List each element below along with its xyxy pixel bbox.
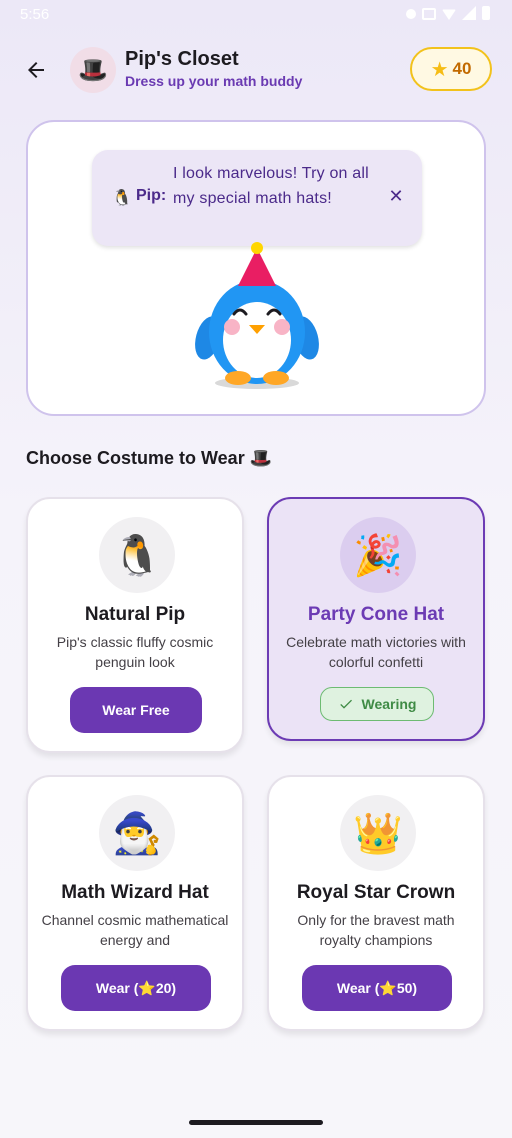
sim-card-icon (422, 8, 436, 20)
wear-free-button[interactable]: Wear Free (70, 687, 202, 733)
wifi-icon (442, 9, 456, 20)
stars-balance-badge[interactable]: ★ 40 (410, 47, 492, 91)
cell-signal-icon (462, 6, 476, 20)
costume-emoji: 🐧 (112, 533, 162, 578)
costume-name: Party Cone Hat (307, 604, 445, 625)
costume-name: Natural Pip (84, 604, 186, 625)
costume-card-party-cone-hat[interactable]: 🎉 Party Cone Hat Celebrate math victorie… (267, 497, 485, 741)
home-indicator[interactable] (189, 1120, 323, 1125)
mascot-preview-card: 🐧 Pip: I look marvelous! Try on all my s… (26, 120, 486, 416)
check-icon (339, 699, 352, 709)
costume-description: Celebrate math victories with colorful c… (286, 634, 466, 670)
costume-name: Math Wizard Hat (61, 882, 209, 903)
speech-bubble: 🐧 Pip: I look marvelous! Try on all my s… (92, 150, 422, 246)
page-title: Pip's Closet (125, 48, 239, 70)
status-time: 5:56 (20, 6, 50, 23)
arrow-left-icon (28, 62, 44, 78)
costume-emoji: 🎉 (353, 533, 403, 578)
notification-dot-icon (406, 9, 416, 19)
speaker-name: Pip: (136, 187, 167, 204)
costume-description: Only for the bravest math royalty champi… (297, 912, 455, 948)
star-icon: ★ (430, 58, 449, 81)
top-hat-icon: 🎩 (78, 56, 108, 84)
stars-count: 40 (452, 59, 472, 78)
costume-description: Channel cosmic mathematical energy and (41, 912, 229, 948)
wizard-icon: 🧙‍♂️ (99, 795, 175, 871)
costume-name: Royal Star Crown (296, 882, 456, 903)
crown-icon: 👑 (340, 795, 416, 871)
costume-card-math-wizard-hat[interactable]: 🧙‍♂️ Math Wizard Hat Channel cosmic math… (26, 775, 244, 1031)
costume-card-natural-pip[interactable]: 🐧 Natural Pip Pip's classic fluffy cosmi… (26, 497, 244, 753)
party-popper-icon: 🎉 (340, 517, 416, 593)
closet-avatar: 🎩 (70, 47, 116, 93)
speech-message: I look marvelous! Try on all my special … (173, 165, 369, 207)
page-subtitle: Dress up your math buddy (125, 73, 303, 89)
app-header: 🎩 Pip's Closet Dress up your math buddy … (0, 44, 512, 96)
wear-wizard-button[interactable]: Wear (⭐20) (61, 965, 211, 1011)
penguin-icon: 🐧 (99, 517, 175, 593)
costume-emoji: 👑 (353, 811, 403, 856)
costume-description: Pip's classic fluffy cosmic penguin look (56, 634, 214, 670)
wearing-label: Wearing (361, 696, 417, 712)
section-title: Choose Costume to Wear 🎩 (26, 448, 273, 468)
back-button[interactable] (22, 56, 50, 84)
status-icons (406, 6, 490, 20)
costume-card-royal-star-crown[interactable]: 👑 Royal Star Crown Only for the bravest … (267, 775, 485, 1031)
battery-icon (482, 6, 490, 20)
penguin-icon: 🐧 (112, 190, 132, 207)
wearing-status-badge: Wearing (320, 687, 434, 721)
penguin-mascot (195, 242, 319, 389)
wear-crown-button[interactable]: Wear (⭐50) (302, 965, 452, 1011)
close-icon[interactable]: ✕ (386, 186, 406, 206)
costume-emoji: 🧙‍♂️ (112, 811, 162, 856)
status-bar: 5:56 (0, 0, 512, 32)
